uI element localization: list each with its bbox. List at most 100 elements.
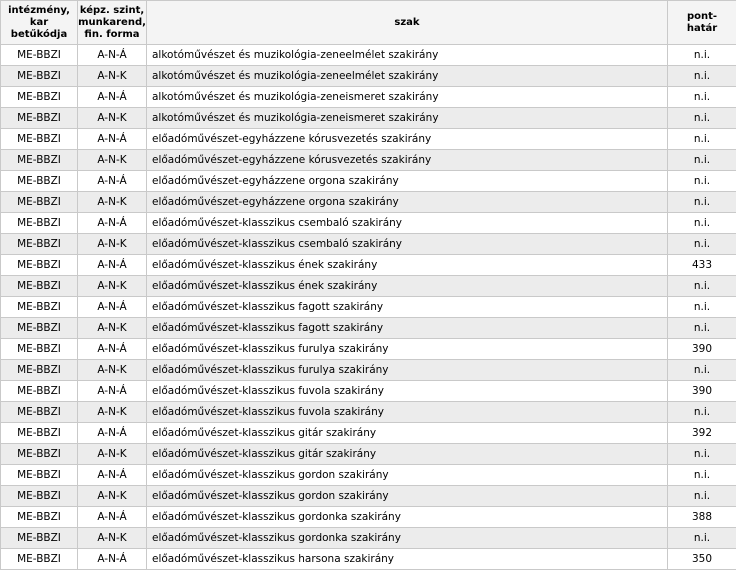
cell-major: előadóművészet-egyházzene kórusvezetés s… xyxy=(147,150,668,171)
cell-training-form: A-N-Á xyxy=(78,423,147,444)
table-row: ME-BBZIA-N-Kelőadóművészet-klasszikus cs… xyxy=(1,234,736,255)
cell-institution: ME-BBZI xyxy=(1,465,78,486)
cell-major: alkotóművészet és muzikológia-zeneelméle… xyxy=(147,45,668,66)
table-row: ME-BBZIA-N-Kalkotóművészet és muzikológi… xyxy=(1,108,736,129)
cell-score: n.i. xyxy=(668,486,736,507)
cell-institution: ME-BBZI xyxy=(1,129,78,150)
admission-score-table: intézmény, kar betűkódja képz. szint, mu… xyxy=(0,0,736,570)
cell-score: n.i. xyxy=(668,465,736,486)
cell-training-form: A-N-K xyxy=(78,360,147,381)
cell-score: n.i. xyxy=(668,528,736,549)
cell-training-form: A-N-Á xyxy=(78,45,147,66)
table-row: ME-BBZIA-N-Kelőadóművészet-klasszikus fu… xyxy=(1,402,736,423)
table-row: ME-BBZIA-N-Kelőadóművészet-klasszikus go… xyxy=(1,486,736,507)
table-row: ME-BBZIA-N-Kalkotóművészet és muzikológi… xyxy=(1,66,736,87)
cell-major: előadóművészet-klasszikus gordonka szaki… xyxy=(147,528,668,549)
table-row: ME-BBZIA-N-Kelőadóművészet-klasszikus én… xyxy=(1,276,736,297)
cell-institution: ME-BBZI xyxy=(1,171,78,192)
cell-institution: ME-BBZI xyxy=(1,318,78,339)
cell-training-form: A-N-K xyxy=(78,486,147,507)
table-row: ME-BBZIA-N-Kelőadóművészet-klasszikus go… xyxy=(1,528,736,549)
cell-training-form: A-N-K xyxy=(78,318,147,339)
cell-major: előadóművészet-klasszikus furulya szakir… xyxy=(147,360,668,381)
table-row: ME-BBZIA-N-Áelőadóművészet-klasszikus fa… xyxy=(1,297,736,318)
cell-score: n.i. xyxy=(668,402,736,423)
cell-major: előadóművészet-klasszikus furulya szakir… xyxy=(147,339,668,360)
cell-institution: ME-BBZI xyxy=(1,108,78,129)
cell-major: előadóművészet-klasszikus fagott szakirá… xyxy=(147,297,668,318)
table-row: ME-BBZIA-N-Áelőadóművészet-klasszikus cs… xyxy=(1,213,736,234)
cell-major: előadóművészet-klasszikus gordonka szaki… xyxy=(147,507,668,528)
cell-score: 350 xyxy=(668,549,736,570)
cell-major: alkotóművészet és muzikológia-zeneelméle… xyxy=(147,66,668,87)
table-row: ME-BBZIA-N-Áelőadóművészet-klasszikus ha… xyxy=(1,549,736,570)
cell-major: előadóművészet-klasszikus csembaló szaki… xyxy=(147,234,668,255)
header-training-form: képz. szint, munkarend, fin. forma xyxy=(78,1,147,45)
cell-score: n.i. xyxy=(668,45,736,66)
table-row: ME-BBZIA-N-Áelőadóművészet-klasszikus go… xyxy=(1,465,736,486)
cell-major: előadóművészet-klasszikus ének szakirány xyxy=(147,276,668,297)
cell-institution: ME-BBZI xyxy=(1,486,78,507)
cell-training-form: A-N-Á xyxy=(78,549,147,570)
cell-institution: ME-BBZI xyxy=(1,276,78,297)
cell-major: alkotóművészet és muzikológia-zeneismere… xyxy=(147,108,668,129)
table-row: ME-BBZIA-N-Áelőadóművészet-klasszikus fu… xyxy=(1,381,736,402)
cell-institution: ME-BBZI xyxy=(1,423,78,444)
cell-institution: ME-BBZI xyxy=(1,360,78,381)
cell-institution: ME-BBZI xyxy=(1,444,78,465)
table-header-row: intézmény, kar betűkódja képz. szint, mu… xyxy=(1,1,736,45)
table-row: ME-BBZIA-N-Áelőadóművészet-egyházzene kó… xyxy=(1,129,736,150)
table-row: ME-BBZIA-N-Áalkotóművészet és muzikológi… xyxy=(1,45,736,66)
cell-institution: ME-BBZI xyxy=(1,66,78,87)
cell-institution: ME-BBZI xyxy=(1,213,78,234)
cell-major: előadóművészet-klasszikus gordon szakirá… xyxy=(147,465,668,486)
cell-institution: ME-BBZI xyxy=(1,150,78,171)
cell-training-form: A-N-K xyxy=(78,150,147,171)
cell-training-form: A-N-Á xyxy=(78,339,147,360)
cell-training-form: A-N-Á xyxy=(78,129,147,150)
cell-major: előadóművészet-klasszikus gitár szakirán… xyxy=(147,423,668,444)
header-score-threshold: pont- határ xyxy=(668,1,736,45)
table-row: ME-BBZIA-N-Kelőadóművészet-egyházzene or… xyxy=(1,192,736,213)
cell-training-form: A-N-K xyxy=(78,108,147,129)
cell-major: előadóművészet-klasszikus harsona szakir… xyxy=(147,549,668,570)
cell-training-form: A-N-Á xyxy=(78,213,147,234)
cell-training-form: A-N-K xyxy=(78,66,147,87)
cell-score: 433 xyxy=(668,255,736,276)
header-institution: intézmény, kar betűkódja xyxy=(1,1,78,45)
cell-score: n.i. xyxy=(668,66,736,87)
cell-major: előadóművészet-klasszikus fuvola szakirá… xyxy=(147,402,668,423)
cell-institution: ME-BBZI xyxy=(1,381,78,402)
cell-score: n.i. xyxy=(668,108,736,129)
cell-score: n.i. xyxy=(668,276,736,297)
cell-score: 392 xyxy=(668,423,736,444)
cell-institution: ME-BBZI xyxy=(1,192,78,213)
cell-score: n.i. xyxy=(668,360,736,381)
cell-institution: ME-BBZI xyxy=(1,234,78,255)
cell-score: n.i. xyxy=(668,87,736,108)
cell-major: előadóművészet-klasszikus gitár szakirán… xyxy=(147,444,668,465)
cell-training-form: A-N-Á xyxy=(78,171,147,192)
cell-score: 390 xyxy=(668,381,736,402)
cell-training-form: A-N-K xyxy=(78,444,147,465)
cell-institution: ME-BBZI xyxy=(1,528,78,549)
cell-institution: ME-BBZI xyxy=(1,549,78,570)
cell-score: n.i. xyxy=(668,213,736,234)
cell-score: n.i. xyxy=(668,444,736,465)
cell-major: előadóművészet-klasszikus gordon szakirá… xyxy=(147,486,668,507)
cell-score: n.i. xyxy=(668,234,736,255)
table-row: ME-BBZIA-N-Kelőadóművészet-egyházzene kó… xyxy=(1,150,736,171)
cell-major: előadóművészet-klasszikus csembaló szaki… xyxy=(147,213,668,234)
cell-institution: ME-BBZI xyxy=(1,402,78,423)
cell-score: 388 xyxy=(668,507,736,528)
cell-major: előadóművészet-egyházzene orgona szakirá… xyxy=(147,192,668,213)
cell-score: n.i. xyxy=(668,192,736,213)
cell-institution: ME-BBZI xyxy=(1,339,78,360)
header-major: szak xyxy=(147,1,668,45)
cell-training-form: A-N-Á xyxy=(78,465,147,486)
cell-training-form: A-N-K xyxy=(78,402,147,423)
cell-major: alkotóművészet és muzikológia-zeneismere… xyxy=(147,87,668,108)
cell-major: előadóművészet-egyházzene kórusvezetés s… xyxy=(147,129,668,150)
cell-training-form: A-N-Á xyxy=(78,297,147,318)
table-row: ME-BBZIA-N-Kelőadóművészet-klasszikus fu… xyxy=(1,360,736,381)
